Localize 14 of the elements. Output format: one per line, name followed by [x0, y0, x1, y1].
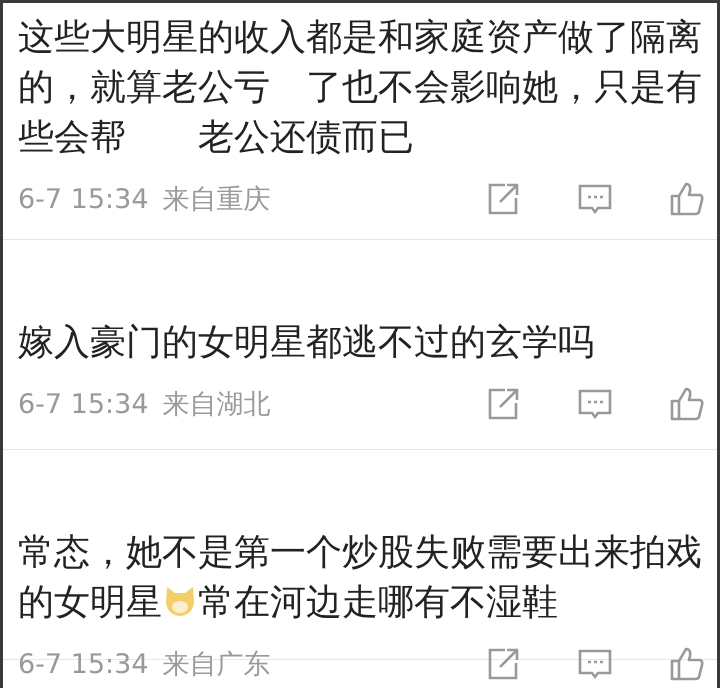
thumbs-up-icon[interactable] — [669, 646, 705, 682]
comment-text: 常态，她不是第一个炒股失败需要出来拍戏 — [18, 532, 702, 573]
comment-text: 常在河边走哪有不湿鞋 — [198, 582, 558, 623]
comment-time: 6-7 15:34 — [18, 184, 148, 214]
comment-location: 来自湖北 — [162, 388, 270, 422]
comment-time: 6-7 15:34 — [18, 388, 148, 420]
comment-location: 来自重庆 — [162, 183, 270, 217]
thumbs-up-icon[interactable] — [669, 386, 705, 422]
comment-time: 6-7 15:34 — [18, 648, 148, 680]
comment-text: 的女明星 — [18, 582, 162, 623]
comment-location: 来自广东 — [162, 648, 270, 682]
comment-text: 这些大明星的收入都是和家庭资产做了隔离的，就算老公亏 了也不会影响她，只是有些会帮 老公还债而已 — [18, 17, 702, 158]
thumbs-up-icon[interactable] — [669, 181, 705, 217]
comment-text: 嫁入豪门的女明星都逃不过的玄学吗 — [18, 322, 594, 363]
